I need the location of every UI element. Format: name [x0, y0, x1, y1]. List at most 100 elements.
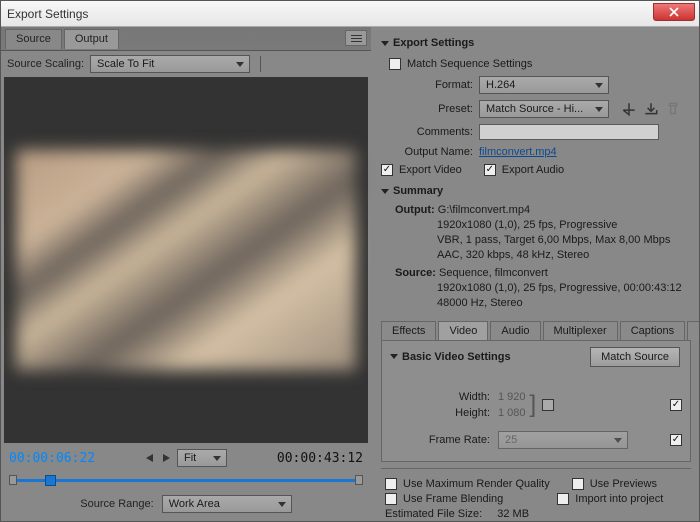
preset-icons	[621, 101, 681, 117]
disclose-icon	[390, 354, 398, 359]
summary-source-line2: 1920x1080 (1,0), 25 fps, Progressive, 00…	[437, 281, 691, 296]
summary-header[interactable]: Summary	[381, 185, 691, 197]
export-audio-label: Export Audio	[502, 164, 564, 176]
format-value: H.264	[486, 79, 515, 91]
play-start-icon[interactable]	[145, 453, 155, 463]
separator	[260, 56, 261, 72]
dimensions-match-checkbox[interactable]	[670, 399, 682, 411]
preview-panel: Source Output Source Scaling: Scale To F…	[1, 27, 371, 521]
max-quality-label: Use Maximum Render Quality	[403, 478, 550, 490]
video-preview[interactable]	[4, 77, 368, 443]
source-scaling-dropdown[interactable]: Scale To Fit	[90, 55, 250, 73]
save-preset-button[interactable]	[621, 101, 637, 117]
panel-menu-button[interactable]	[345, 30, 367, 46]
hamburger-icon	[351, 35, 362, 42]
est-size-label: Estimated File Size:	[385, 508, 482, 520]
export-settings-header[interactable]: Export Settings	[381, 37, 691, 49]
import-preset-icon	[643, 101, 659, 117]
fit-label: Fit	[184, 452, 196, 464]
summary-output-line3: VBR, 1 pass, Target 6,00 Mbps, Max 8,00 …	[437, 233, 691, 248]
frame-blend-checkbox[interactable]	[385, 493, 397, 505]
link-dimensions-checkbox[interactable]	[542, 399, 554, 411]
scaling-value: Scale To Fit	[97, 58, 154, 70]
out-point-handle[interactable]	[355, 475, 363, 485]
preview-image	[16, 150, 356, 370]
timeline-track[interactable]	[9, 473, 363, 487]
width-value[interactable]: 1 920	[498, 391, 526, 403]
in-point-handle[interactable]	[9, 475, 17, 485]
timeline-bar	[13, 479, 359, 482]
preset-label: Preset:	[381, 103, 473, 115]
format-dropdown[interactable]: H.264	[479, 76, 609, 94]
tab-source[interactable]: Source	[5, 29, 62, 49]
match-sequence-checkbox[interactable]	[389, 58, 401, 70]
scaling-label: Source Scaling:	[7, 58, 84, 70]
export-settings-title: Export Settings	[393, 37, 474, 49]
window-title: Export Settings	[7, 7, 88, 21]
tab-captions[interactable]: Captions	[620, 321, 685, 340]
export-video-checkbox[interactable]	[381, 164, 393, 176]
frame-blend-label: Use Frame Blending	[403, 493, 503, 505]
summary-title: Summary	[393, 185, 443, 197]
trash-icon	[665, 101, 681, 117]
preset-dropdown[interactable]: Match Source - Hi...	[479, 100, 609, 118]
import-project-checkbox[interactable]	[557, 493, 569, 505]
timecode-row: 00:00:06:22 Fit 00:00:43:12	[9, 449, 363, 467]
height-label: Height:	[390, 407, 490, 419]
summary-source-line1: Sequence, filmconvert	[439, 267, 548, 279]
export-audio-checkbox[interactable]	[484, 164, 496, 176]
height-value[interactable]: 1 080	[498, 407, 526, 419]
bottom-panel: Use Maximum Render Quality Use Previews …	[381, 468, 691, 521]
match-source-button[interactable]: Match Source	[590, 347, 680, 367]
source-range-value: Work Area	[169, 498, 220, 510]
output-name-link[interactable]: filmconvert.mp4	[479, 146, 557, 158]
export-settings-window: Export Settings Source Output Source Sca…	[0, 0, 700, 522]
tab-effects[interactable]: Effects	[381, 321, 436, 340]
tab-ftp[interactable]: FTP	[687, 321, 699, 340]
frame-rate-value: 25	[505, 434, 517, 446]
tab-video[interactable]: Video	[438, 321, 488, 340]
import-project-label: Import into project	[575, 493, 663, 505]
import-preset-button[interactable]	[643, 101, 659, 117]
play-end-icon[interactable]	[161, 453, 171, 463]
frame-rate-match-checkbox[interactable]	[670, 434, 682, 446]
preset-value: Match Source - Hi...	[486, 103, 583, 115]
summary-output-line2: 1920x1080 (1,0), 25 fps, Progressive	[437, 218, 691, 233]
playhead[interactable]	[45, 475, 56, 486]
disclose-icon	[381, 189, 389, 194]
export-av-row: Export Video Export Audio	[381, 164, 691, 176]
summary-source-line3: 48000 Hz, Stereo	[437, 296, 691, 311]
frame-rate-label: Frame Rate:	[390, 434, 490, 446]
summary-output-path: G:\filmconvert.mp4	[438, 204, 530, 216]
format-label: Format:	[381, 79, 473, 91]
current-timecode[interactable]: 00:00:06:22	[9, 451, 95, 466]
est-size-value: 32 MB	[497, 508, 529, 520]
export-video-label: Export Video	[399, 164, 462, 176]
delete-preset-button[interactable]	[665, 101, 681, 117]
close-icon	[669, 7, 679, 17]
tab-multiplexer[interactable]: Multiplexer	[543, 321, 618, 340]
source-range-row: Source Range: Work Area	[9, 495, 363, 513]
zoom-fit-dropdown[interactable]: Fit	[177, 449, 227, 467]
match-sequence-label: Match Sequence Settings	[407, 58, 532, 70]
tab-output[interactable]: Output	[64, 29, 119, 49]
use-previews-checkbox[interactable]	[572, 478, 584, 490]
match-sequence-row: Match Sequence Settings	[389, 58, 691, 70]
content: Source Output Source Scaling: Scale To F…	[1, 27, 699, 521]
comments-input[interactable]	[479, 124, 659, 140]
tab-audio[interactable]: Audio	[490, 321, 540, 340]
timeline-panel: 00:00:06:22 Fit 00:00:43:12 Source Range	[1, 443, 371, 521]
source-range-dropdown[interactable]: Work Area	[162, 495, 292, 513]
window-close-button[interactable]	[653, 3, 695, 21]
summary-block: Output: G:\filmconvert.mp4 1920x1080 (1,…	[395, 203, 691, 311]
duration-timecode: 00:00:43:12	[277, 451, 363, 466]
preview-tabs: Source Output	[1, 27, 371, 51]
max-quality-checkbox[interactable]	[385, 478, 397, 490]
settings-panel: Export Settings Match Sequence Settings …	[371, 27, 699, 521]
use-previews-label: Use Previews	[590, 478, 657, 490]
frame-rate-dropdown[interactable]: 25	[498, 431, 628, 449]
settings-tabs: Effects Video Audio Multiplexer Captions…	[381, 321, 691, 341]
disclose-icon	[381, 41, 389, 46]
link-bracket-icon: ]	[530, 395, 537, 414]
width-label: Width:	[390, 391, 490, 403]
